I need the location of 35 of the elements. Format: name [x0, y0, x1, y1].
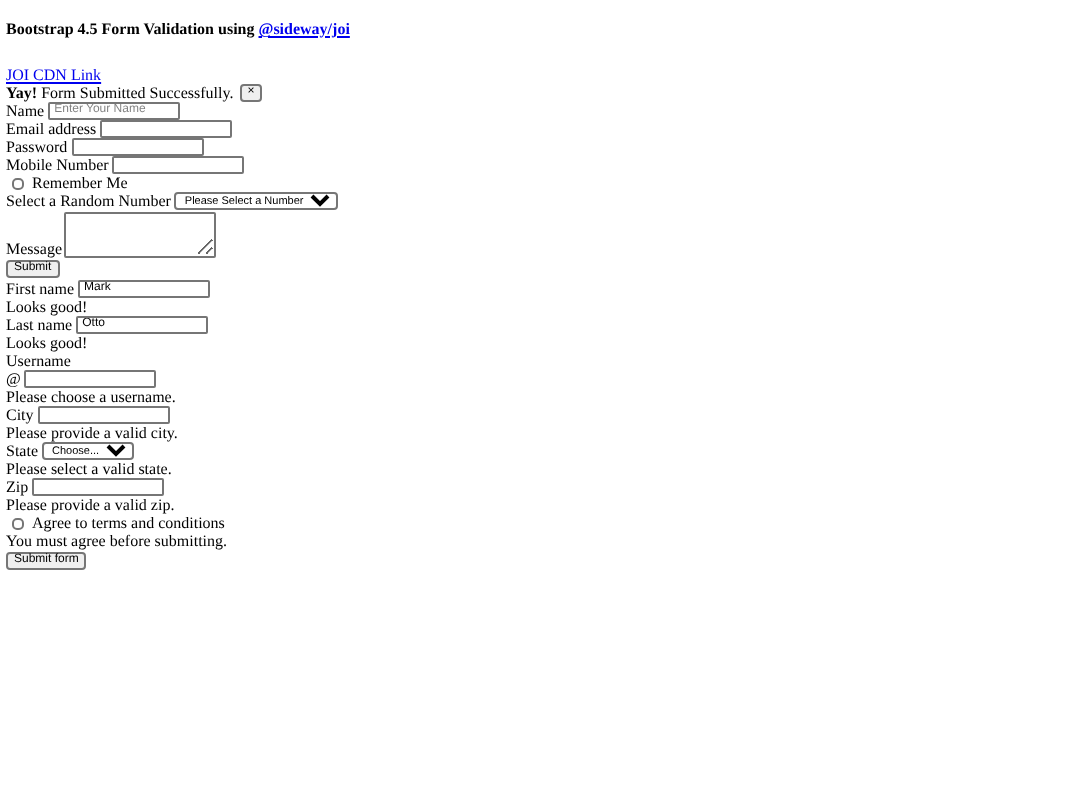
field-label: Name	[6, 102, 45, 120]
success-message: Yay! Form Submitted Successfully.	[6, 84, 234, 102]
helper-text: Username	[6, 352, 71, 370]
field-label: Message	[6, 240, 62, 258]
field-label: Zip	[6, 478, 29, 496]
field-label: Agree to terms and conditions	[32, 514, 225, 532]
helper-text: Looks good!	[6, 334, 88, 352]
checkbox[interactable]	[12, 517, 24, 529]
field-label: Last name	[6, 316, 73, 334]
field-label: Email address	[6, 120, 97, 138]
helper-text: Looks good!	[6, 298, 88, 316]
text-field[interactable]	[37, 406, 170, 424]
field-label: City	[6, 406, 34, 424]
field-label: First name	[6, 280, 74, 298]
field-label: Remember Me	[32, 174, 128, 192]
checkbox[interactable]	[12, 177, 24, 189]
text-field[interactable]	[100, 120, 233, 138]
field-label: State	[6, 442, 38, 460]
helper-text: Please select a valid state.	[6, 460, 172, 478]
message-field[interactable]	[64, 212, 216, 258]
field-label: @	[6, 370, 21, 388]
text-field[interactable]	[32, 478, 165, 496]
helper-text: Please provide a valid city.	[6, 424, 178, 442]
heading-link[interactable]: @sideway/joi	[258, 20, 350, 38]
text-field[interactable]	[112, 156, 245, 174]
helper-text: You must agree before submitting.	[6, 532, 228, 550]
text-field[interactable]	[24, 370, 157, 388]
helper-text: Please choose a username.	[6, 388, 176, 406]
page-title: Bootstrap 4.5 Form Validation using @sideway/joi	[6, 20, 350, 38]
field-label: Mobile Number	[6, 156, 109, 174]
helper-text: Please provide a valid zip.	[6, 496, 175, 514]
field-label: Password	[6, 138, 68, 156]
field-label: Select a Random Number	[6, 192, 171, 210]
text-field[interactable]	[71, 138, 204, 156]
cdn-link[interactable]: JOI CDN Link	[6, 66, 102, 84]
